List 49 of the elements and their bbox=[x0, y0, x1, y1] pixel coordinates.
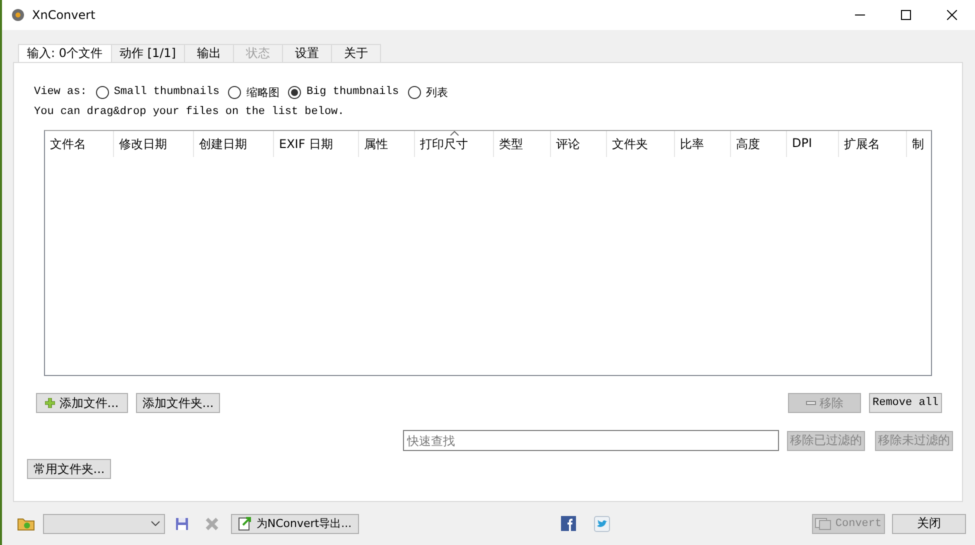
export-icon bbox=[238, 516, 252, 531]
radio-button[interactable] bbox=[228, 86, 242, 98]
radio-label[interactable]: Small thumbnails bbox=[114, 86, 220, 98]
column-header[interactable]: 制 bbox=[907, 131, 931, 157]
facebook-icon[interactable] bbox=[561, 516, 576, 531]
bird-icon[interactable] bbox=[594, 516, 610, 532]
radio-button[interactable] bbox=[288, 86, 302, 98]
folder-icon[interactable] bbox=[17, 516, 35, 531]
column-header[interactable]: 高度 bbox=[731, 131, 787, 157]
column-header[interactable]: 评论 bbox=[551, 131, 607, 157]
column-header[interactable]: 属性 bbox=[359, 131, 415, 157]
plus-icon bbox=[45, 398, 56, 408]
radio-label[interactable]: 列表 bbox=[426, 84, 448, 100]
search-field[interactable]: 快速查找 bbox=[403, 430, 779, 451]
tab[interactable]: 关于 bbox=[331, 44, 381, 62]
tab[interactable]: 输出 bbox=[184, 44, 234, 62]
radio-button[interactable] bbox=[96, 86, 109, 98]
file-list[interactable]: 文件名 修改日期 创建日期 EXIF 日期 属性 打印尺寸 类型 评论 文件夹 比率 高度 DPI 扩展名 制 bbox=[44, 130, 932, 376]
export-button[interactable]: 为NConvert导出... bbox=[231, 514, 359, 534]
close-icon bbox=[947, 10, 957, 20]
column-header[interactable]: EXIF 日期 bbox=[274, 131, 359, 157]
add-file-button[interactable]: 添加文件... bbox=[36, 393, 128, 413]
chevron-down-icon bbox=[151, 521, 160, 526]
add-folder-button[interactable]: 添加文件夹... bbox=[136, 393, 220, 413]
column-header[interactable]: 扩展名 bbox=[839, 131, 907, 157]
view-as-label: View as: bbox=[34, 86, 87, 98]
column-header[interactable]: 文件夹 bbox=[607, 131, 675, 157]
remove-all-button[interactable]: Remove all bbox=[869, 393, 942, 413]
close-dialog-button[interactable]: 关闭 bbox=[892, 514, 966, 534]
column-header[interactable]: 类型 bbox=[494, 131, 551, 157]
favorites-button[interactable]: 常用文件夹... bbox=[27, 459, 111, 479]
app-icon bbox=[10, 7, 26, 23]
save-icon[interactable] bbox=[175, 516, 189, 530]
column-header[interactable]: 打印尺寸 bbox=[415, 131, 494, 157]
hint-text: You can drag&drop your files on the list below. bbox=[34, 106, 346, 118]
images-icon bbox=[815, 518, 832, 530]
minus-icon bbox=[806, 401, 816, 405]
tab[interactable]: 输入: 0个文件 bbox=[18, 44, 112, 62]
radio-label[interactable]: Big thumbnails bbox=[306, 86, 399, 98]
column-header[interactable]: 修改日期 bbox=[114, 131, 194, 157]
column-header[interactable]: DPI bbox=[787, 131, 839, 157]
radio-label[interactable]: 缩略图 bbox=[246, 84, 280, 100]
tab[interactable]: 动作 [1/1] bbox=[110, 44, 185, 62]
column-header[interactable]: 创建日期 bbox=[194, 131, 274, 157]
column-header[interactable]: 比率 bbox=[675, 131, 731, 157]
column-header[interactable]: 文件名 bbox=[45, 131, 114, 157]
radio-button[interactable] bbox=[408, 86, 421, 98]
window-title: XnConvert bbox=[32, 8, 96, 22]
maximize-icon bbox=[901, 10, 911, 20]
